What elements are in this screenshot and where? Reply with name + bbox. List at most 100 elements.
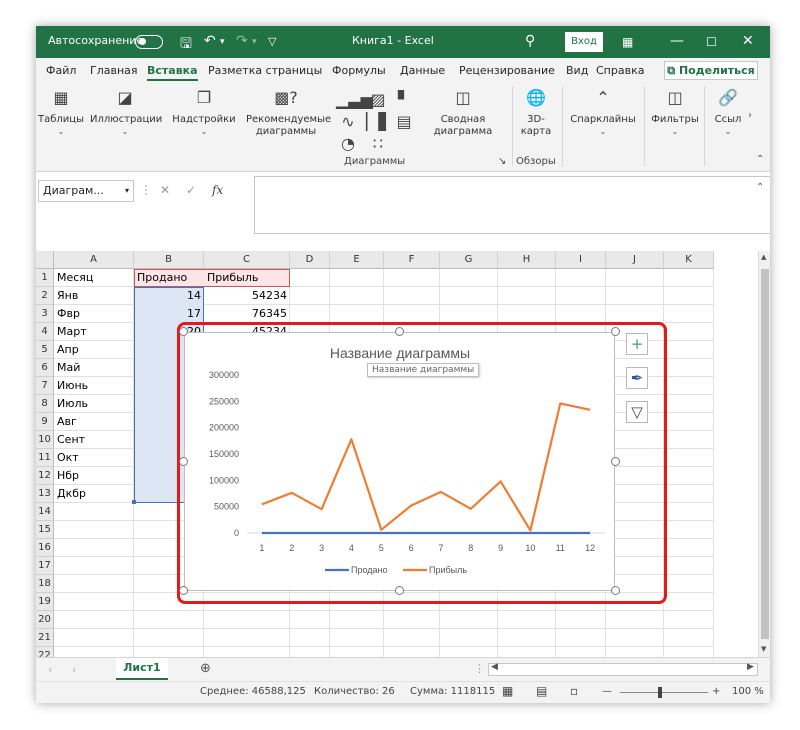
cell-profit[interactable]: 54234 <box>204 287 290 305</box>
collapse-ribbon-icon[interactable]: ⌃ <box>756 154 764 165</box>
cell-sold[interactable]: 14 <box>134 287 204 305</box>
chart-resize-handle[interactable] <box>611 586 620 595</box>
row-header[interactable]: 15 <box>36 521 54 539</box>
chart-resize-handle[interactable] <box>395 586 404 595</box>
tab-formulas[interactable]: Формулы <box>332 64 386 77</box>
column-header[interactable]: J <box>606 251 664 269</box>
row-header[interactable]: 10 <box>36 431 54 449</box>
combo-chart-button[interactable]: ▤ <box>392 112 416 138</box>
ribbon-display-icon[interactable]: ▦ <box>622 35 633 49</box>
chart-resize-handle[interactable] <box>611 327 620 336</box>
cell-profit[interactable]: 76345 <box>204 305 290 323</box>
cell-month[interactable]: Окт <box>54 449 134 467</box>
select-all-corner[interactable] <box>36 251 54 269</box>
customize-quick-access-icon[interactable]: ▽ <box>268 35 276 48</box>
row-header[interactable]: 12 <box>36 467 54 485</box>
chart-filters-button[interactable]: ▽ <box>626 401 648 423</box>
cell-month[interactable]: Апр <box>54 341 134 359</box>
cell-month[interactable]: Дкбр <box>54 485 134 503</box>
redo-dropdown-icon[interactable]: ▾ <box>252 37 257 47</box>
cell-header-month[interactable]: Месяц <box>54 269 134 287</box>
row-header[interactable]: 4 <box>36 323 54 341</box>
cell-month[interactable]: Нбр <box>54 467 134 485</box>
tab-split-handle-icon[interactable]: ⋮ <box>474 662 485 675</box>
page-layout-view-icon[interactable]: ▤ <box>536 684 547 698</box>
redo-icon[interactable]: ↷ <box>236 33 248 49</box>
close-icon[interactable]: ✕ <box>742 33 754 49</box>
recommended-charts-button[interactable]: ▩? Рекомендуемые диаграммы <box>246 88 331 138</box>
row-header[interactable]: 19 <box>36 593 54 611</box>
zoom-level[interactable]: 100 % <box>732 686 764 697</box>
column-header[interactable]: I <box>556 251 606 269</box>
cell-header-sold[interactable]: Продано <box>134 269 204 287</box>
cell-month[interactable]: Сент <box>54 431 134 449</box>
row-header[interactable]: 18 <box>36 575 54 593</box>
chart-resize-handle[interactable] <box>395 327 404 336</box>
normal-view-icon[interactable]: ▦ <box>502 684 513 698</box>
prev-sheet-icon[interactable]: ‹ <box>48 663 52 676</box>
chart-resize-handle[interactable] <box>611 457 620 466</box>
cancel-icon[interactable]: ✕ <box>160 183 170 197</box>
row-header[interactable]: 7 <box>36 377 54 395</box>
login-button[interactable]: Вход <box>565 32 603 52</box>
cell-month[interactable]: Июнь <box>54 377 134 395</box>
tab-file[interactable]: Файл <box>46 64 76 77</box>
row-header[interactable]: 21 <box>36 629 54 647</box>
chart-resize-handle[interactable] <box>179 457 188 466</box>
autosave-toggle[interactable] <box>135 35 163 49</box>
undo-icon[interactable]: ↶ <box>204 33 216 49</box>
row-header[interactable]: 8 <box>36 395 54 413</box>
row-header[interactable]: 3 <box>36 305 54 323</box>
zoom-slider[interactable] <box>620 692 708 693</box>
dialog-launcher-icon[interactable]: ↘ <box>498 156 506 167</box>
sparklines-button[interactable]: ⌃ Спарклайны ⌄ <box>566 88 640 138</box>
column-header[interactable]: D <box>290 251 330 269</box>
row-header[interactable]: 1 <box>36 269 54 287</box>
cell-month[interactable]: Янв <box>54 287 134 305</box>
tables-button[interactable]: ▦ Таблицы ⌄ <box>38 88 84 138</box>
search-icon[interactable]: ⚲ <box>525 33 535 49</box>
cell-header-profit[interactable]: Прибыль <box>204 269 290 287</box>
row-header[interactable]: 20 <box>36 611 54 629</box>
filters-button[interactable]: ◫ Фильтры ⌄ <box>648 88 702 138</box>
map3d-button[interactable]: 🌐 3D- карта <box>516 88 556 138</box>
addins-button[interactable]: ❐ Надстройки ⌄ <box>172 88 236 138</box>
tab-insert[interactable]: Вставка <box>147 64 198 81</box>
page-break-view-icon[interactable]: ▫ <box>570 684 578 698</box>
row-header[interactable]: 5 <box>36 341 54 359</box>
row-header[interactable]: 13 <box>36 485 54 503</box>
column-header[interactable]: A <box>54 251 134 269</box>
cell-month[interactable]: Май <box>54 359 134 377</box>
tab-home[interactable]: Главная <box>90 64 138 77</box>
save-icon[interactable]: 🖫 <box>180 33 192 57</box>
row-header[interactable]: 14 <box>36 503 54 521</box>
tab-review[interactable]: Рецензирование <box>459 64 555 77</box>
minimize-icon[interactable]: — <box>670 33 684 49</box>
formula-input[interactable] <box>254 176 770 234</box>
maximize-icon[interactable]: ☐ <box>706 35 717 49</box>
links-button[interactable]: 🔗 Ссыл ⌄ <box>708 88 748 138</box>
column-header[interactable]: E <box>330 251 384 269</box>
column-header[interactable]: F <box>384 251 440 269</box>
scroll-left-icon[interactable]: ◀ <box>491 662 498 672</box>
chart-styles-button[interactable]: ✒ <box>626 367 648 389</box>
row-header[interactable]: 11 <box>36 449 54 467</box>
row-header[interactable]: 16 <box>36 539 54 557</box>
tab-view[interactable]: Вид <box>566 64 588 77</box>
cell-month[interactable]: Март <box>54 323 134 341</box>
column-header[interactable]: H <box>498 251 556 269</box>
ribbon-scroll-right-icon[interactable]: › <box>748 110 752 121</box>
share-button[interactable]: ⧉ Поделиться <box>664 61 758 80</box>
tab-data[interactable]: Данные <box>400 64 445 77</box>
tab-page-layout[interactable]: Разметка страницы <box>208 64 322 77</box>
enter-icon[interactable]: ✓ <box>186 183 196 197</box>
row-header[interactable]: 17 <box>36 557 54 575</box>
insert-function-icon[interactable]: fx <box>212 183 223 197</box>
chart-resize-handle[interactable] <box>179 327 188 336</box>
cell-month[interactable]: Июль <box>54 395 134 413</box>
zoom-slider-thumb[interactable] <box>658 687 662 698</box>
horizontal-scrollbar[interactable]: ◀ ▶ <box>488 662 758 676</box>
cell-month[interactable]: Фвр <box>54 305 134 323</box>
row-header[interactable]: 6 <box>36 359 54 377</box>
cell-month[interactable]: Авг <box>54 413 134 431</box>
